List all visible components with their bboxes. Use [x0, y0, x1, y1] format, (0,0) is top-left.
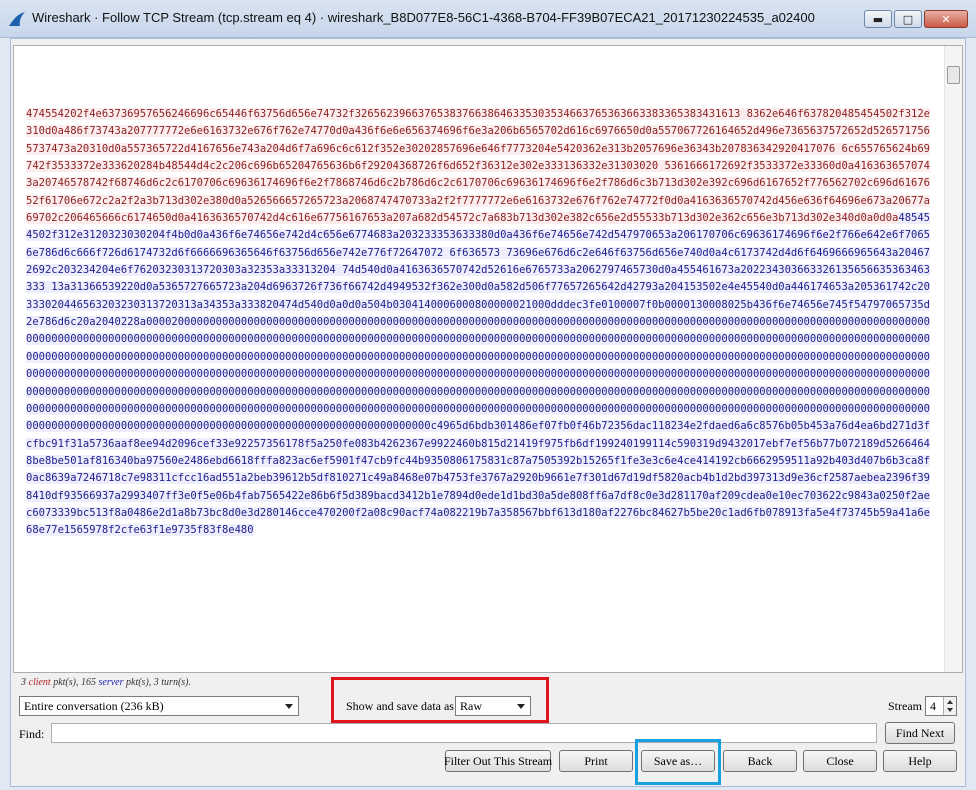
window-controls: ▬ □ ✕ — [864, 10, 968, 28]
minimize-button[interactable]: ▬ — [864, 10, 892, 28]
stream-label: Stream — [888, 699, 922, 713]
stream-number-spinner[interactable]: 4 — [925, 696, 957, 716]
scrollbar-thumb[interactable] — [947, 66, 960, 84]
window-title: Wireshark · Follow TCP Stream (tcp.strea… — [32, 10, 815, 25]
show-as-label: Show and save data as — [346, 699, 454, 713]
title-bar: Wireshark · Follow TCP Stream (tcp.strea… — [0, 0, 976, 38]
status-suffix: pkt(s), 3 turn(s). — [126, 677, 191, 688]
status-server-word: server — [98, 677, 124, 688]
filter-out-stream-button[interactable]: Filter Out This Stream — [444, 750, 552, 772]
find-input[interactable] — [51, 723, 877, 743]
close-icon: ✕ — [941, 12, 951, 26]
print-button[interactable]: Print — [559, 750, 633, 772]
chevron-down-icon — [517, 704, 525, 709]
spinner-arrows[interactable] — [943, 697, 956, 715]
back-button[interactable]: Back — [723, 750, 797, 772]
server-data: 485454502f312e3120323030204f4b0d0a436f6e… — [26, 212, 930, 537]
close-button[interactable]: Close — [803, 750, 877, 772]
maximize-button[interactable]: □ — [894, 10, 922, 28]
status-client-word: client — [28, 677, 51, 688]
stream-status: 3 client pkt(s), 165 server pkt(s), 3 tu… — [21, 677, 191, 688]
client-data: 474554202f4e63736957656246696c65446f6375… — [26, 108, 930, 225]
spinner-down-icon[interactable] — [947, 708, 953, 712]
show-as-value: Raw — [460, 699, 482, 713]
status-middle: pkt(s), 165 — [53, 677, 96, 688]
chevron-down-icon — [285, 704, 293, 709]
wireshark-fin-icon — [9, 12, 25, 26]
conversation-select[interactable]: Entire conversation (236 kB) — [19, 696, 299, 716]
vertical-scrollbar[interactable] — [944, 46, 962, 672]
maximize-icon: □ — [902, 12, 914, 26]
help-button[interactable]: Help — [883, 750, 957, 772]
close-window-button[interactable]: ✕ — [924, 10, 968, 28]
dialog-body: 474554202f4e63736957656246696c65446f6375… — [10, 38, 966, 787]
stream-number-value: 4 — [930, 699, 936, 713]
status-client-count: 3 — [21, 677, 26, 688]
find-next-button[interactable]: Find Next — [885, 722, 955, 744]
conversation-select-value: Entire conversation (236 kB) — [24, 699, 164, 713]
minimize-icon: ▬ — [872, 12, 884, 26]
stream-content-view[interactable]: 474554202f4e63736957656246696c65446f6375… — [13, 45, 963, 673]
save-as-button[interactable]: Save as… — [641, 750, 715, 772]
show-as-select[interactable]: Raw — [455, 696, 531, 716]
find-label: Find: — [19, 727, 45, 741]
stream-text: 474554202f4e63736957656246696c65446f6375… — [26, 106, 932, 540]
spinner-up-icon[interactable] — [947, 700, 953, 704]
